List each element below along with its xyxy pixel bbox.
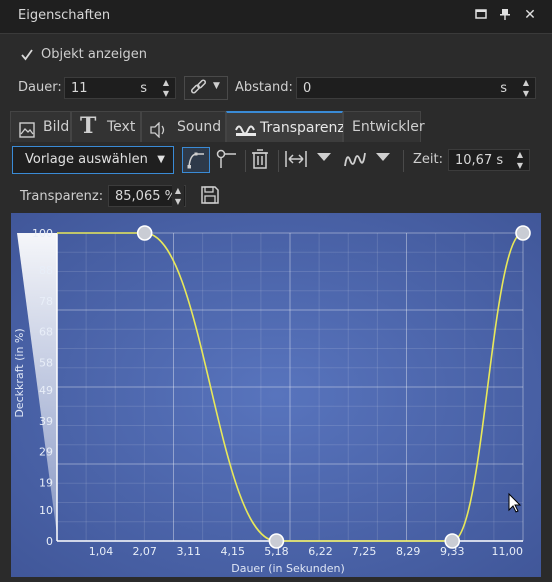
y-tick-label: 39: [39, 415, 53, 428]
spacing-label: Abstand:: [235, 80, 293, 95]
chart-svg[interactable]: 0101929394958687888100 1,04 2,07 3,11 4,15 5…: [11, 213, 541, 577]
maximize-icon[interactable]: [474, 8, 488, 22]
chart-background: [11, 213, 541, 577]
y-tick-label: 10: [39, 504, 53, 517]
tab-sound-label: Sound: [177, 119, 222, 135]
duration-stepper[interactable]: ▲ ▼: [160, 77, 172, 99]
transparency-icon: [235, 119, 256, 136]
tab-entwickler[interactable]: Entwickler: [343, 111, 425, 142]
chevron-down-icon: ▼: [213, 81, 220, 91]
x-tick-label: 6,22: [308, 545, 333, 558]
keyframe-handle[interactable]: [515, 225, 531, 241]
transparency-value: 85,065 %: [115, 189, 177, 204]
y-tick-label: 29: [39, 446, 53, 459]
x-tick-label: 1,04: [89, 545, 114, 558]
y-tick-label: 78: [39, 295, 53, 308]
keyframe-handle[interactable]: [268, 533, 285, 549]
close-icon[interactable]: ✕: [523, 8, 537, 22]
time-value: 10,67 s: [455, 153, 504, 168]
tab-bild-label: Bild: [43, 119, 70, 135]
tab-bild[interactable]: Bild: [10, 111, 71, 142]
chevron-down-icon: [375, 151, 391, 167]
show-object-label: Objekt anzeigen: [41, 47, 147, 62]
x-tick-label: 3,11: [177, 545, 202, 558]
save-icon: [200, 186, 220, 209]
curve-smooth-icon: [187, 151, 205, 173]
x-tick-label: 4,15: [221, 545, 246, 558]
text-icon: T: [80, 113, 97, 139]
curve-step-icon: [216, 149, 238, 174]
template-select[interactable]: Vorlage auswählen ▼: [12, 146, 174, 174]
x-tick-label: 8,29: [396, 545, 421, 558]
transparency-label: Transparenz:: [20, 189, 104, 204]
show-object-checkbox[interactable]: [20, 48, 34, 62]
y-tick-label: 58: [39, 356, 53, 369]
transparency-stepper[interactable]: ▲ ▼: [172, 185, 184, 207]
x-axis-label: Dauer (in Sekunden): [231, 562, 345, 575]
opacity-curve-chart[interactable]: 0 10 19 29 39 49 58 68 78 88 100 1,04 2,07 3,11 4,15 5…: [11, 213, 541, 577]
keyframe-handle[interactable]: [136, 225, 153, 241]
curve-smooth-button[interactable]: [182, 147, 210, 173]
tab-transparenz-label: Transparenz: [260, 120, 345, 136]
y-tick-label: 88: [39, 264, 53, 277]
pin-icon[interactable]: [498, 8, 512, 22]
stretch-horizontal-icon: [284, 148, 308, 174]
image-icon: [19, 119, 35, 138]
link-button[interactable]: ▼: [184, 76, 228, 100]
panel-titlebar: Eigenschaften ✕: [0, 0, 552, 34]
wave-button[interactable]: [343, 148, 395, 172]
panel-title: Eigenschaften: [18, 8, 111, 23]
delete-button[interactable]: [250, 148, 272, 172]
y-tick-label: 19: [39, 476, 53, 489]
link-icon: [189, 79, 209, 101]
trash-icon: [250, 149, 270, 174]
toolbar-separator: [245, 150, 246, 172]
wave-icon: [343, 148, 367, 174]
duration-unit: s: [140, 81, 147, 96]
tab-transparenz[interactable]: Transparenz: [226, 111, 345, 142]
x-tick-label: 7,25: [352, 545, 377, 558]
toolbar-separator: [278, 150, 279, 172]
chevron-down-icon: ▼: [157, 154, 165, 165]
speaker-icon: [150, 119, 166, 139]
template-select-label: Vorlage auswählen: [25, 152, 148, 167]
y-tick-label: 0: [46, 535, 53, 548]
toolbar-separator: [403, 150, 404, 172]
y-tick-label: 68: [39, 326, 53, 339]
chevron-down-icon: [316, 151, 332, 167]
duration-label: Dauer:: [18, 80, 62, 95]
y-tick-label: 100: [32, 227, 53, 240]
y-tick-label: 49: [39, 384, 53, 397]
duration-value: 11: [71, 81, 88, 96]
tab-text-label: Text: [107, 119, 136, 135]
x-tick-label: 11,00: [492, 545, 524, 558]
spacing-unit: s: [500, 81, 507, 96]
spacing-input[interactable]: 0 s: [296, 77, 536, 99]
stretch-button[interactable]: [284, 148, 340, 172]
save-preset-button[interactable]: [200, 185, 222, 207]
time-label: Zeit:: [413, 152, 443, 167]
time-stepper[interactable]: ▲ ▼: [514, 149, 526, 171]
tab-entwickler-label: Entwickler: [352, 119, 425, 135]
tab-text[interactable]: T Text: [71, 111, 141, 142]
tab-sound[interactable]: Sound: [141, 111, 226, 142]
curve-step-button[interactable]: [216, 148, 240, 172]
keyframe-handle[interactable]: [444, 533, 461, 549]
spacing-stepper[interactable]: ▲ ▼: [520, 77, 532, 99]
spacing-value: 0: [303, 81, 312, 96]
x-tick-label: 2,07: [132, 545, 157, 558]
y-axis-label: Deckkraft (in %): [13, 328, 26, 417]
